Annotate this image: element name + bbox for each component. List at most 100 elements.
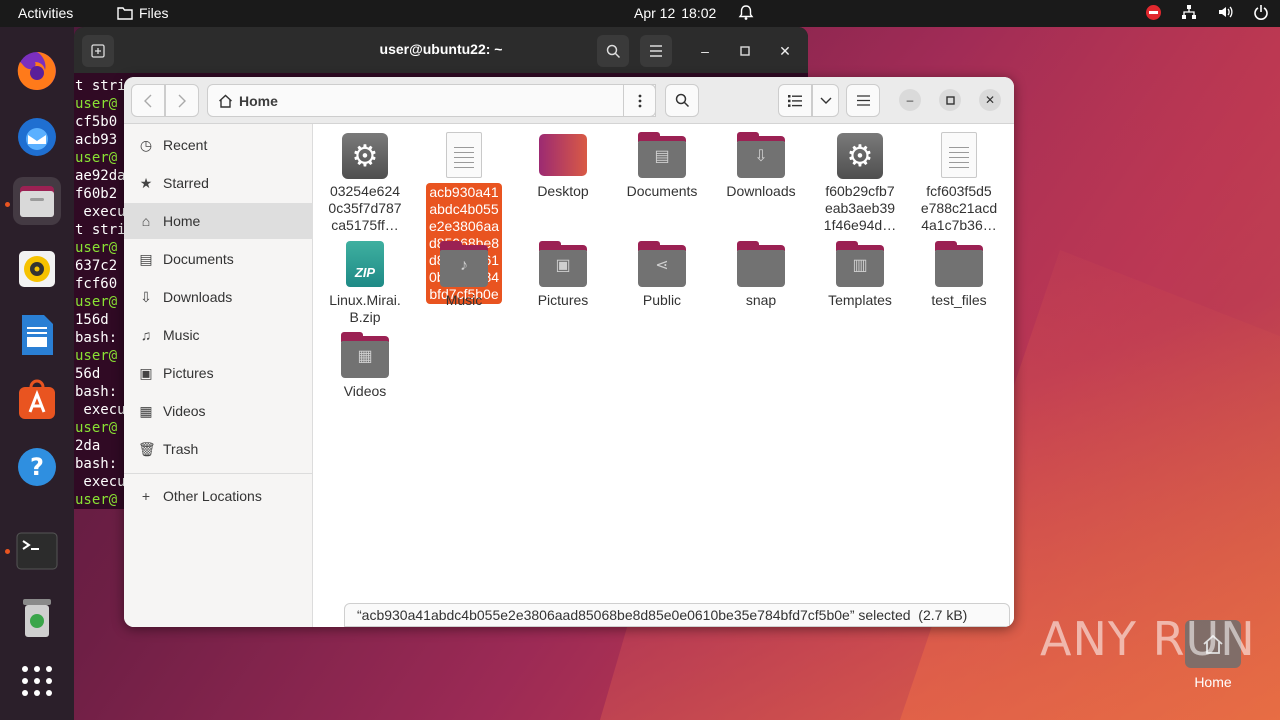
file-item[interactable]: ♪ Music bbox=[418, 241, 510, 309]
watermark-text: ANY RUN bbox=[1040, 612, 1256, 666]
sidebar-item-pictures[interactable]: ▣ Pictures bbox=[124, 355, 313, 391]
clock[interactable]: Apr 12 18:02 bbox=[634, 5, 716, 21]
sidebar-item-music[interactable]: ♫ Music bbox=[124, 317, 313, 353]
file-grid[interactable]: ⚙ 03254e624 0c35f7d787 ca5175ff… acb930a41… bbox=[313, 124, 1014, 627]
download-icon: ⇩ bbox=[140, 288, 152, 305]
sidebar-item-recent[interactable]: ◷ Recent bbox=[124, 127, 313, 163]
running-indicator bbox=[5, 549, 10, 554]
file-item[interactable]: ⋖ Public bbox=[616, 241, 708, 309]
folder-icon bbox=[737, 241, 785, 289]
vertical-dots-icon bbox=[638, 94, 641, 107]
text-file-icon bbox=[935, 132, 983, 180]
search-icon bbox=[675, 93, 689, 108]
file-name: f60b29cfb7 eab3aeb39 1f46e94d… bbox=[823, 183, 897, 233]
terminal-maximize-button[interactable] bbox=[729, 35, 761, 67]
file-name: Desktop bbox=[537, 183, 589, 199]
view-toggle-button[interactable] bbox=[778, 84, 812, 117]
sidebar-item-label: Trash bbox=[163, 441, 199, 457]
file-item[interactable]: test_files bbox=[913, 241, 1005, 309]
file-item[interactable]: ▣ Pictures bbox=[517, 241, 609, 309]
system-tray[interactable] bbox=[1146, 4, 1269, 20]
libreoffice-writer-icon[interactable] bbox=[13, 311, 61, 359]
running-indicator bbox=[5, 202, 10, 207]
path-bar[interactable]: Home bbox=[207, 84, 656, 117]
files-icon[interactable] bbox=[13, 177, 61, 225]
file-item[interactable]: ⇩ Downloads bbox=[715, 132, 807, 200]
folder-icon: ⋖ bbox=[638, 241, 686, 289]
app-center-icon[interactable] bbox=[13, 377, 61, 425]
thunderbird-icon[interactable] bbox=[13, 113, 61, 161]
terminal-header: user@ubuntu22: ~ – ✕ bbox=[74, 27, 808, 73]
forward-button[interactable] bbox=[165, 84, 199, 117]
sidebar-item-downloads[interactable]: ⇩ Downloads bbox=[124, 279, 313, 315]
app-menu[interactable]: Files bbox=[117, 5, 169, 21]
hamburger-icon bbox=[856, 95, 870, 106]
file-name: fcf603f5d5 e788c21acd 4a1c7b36… bbox=[920, 183, 998, 233]
clock-icon: ◷ bbox=[139, 136, 153, 153]
terminal-icon[interactable] bbox=[13, 527, 61, 575]
search-button[interactable] bbox=[665, 84, 699, 117]
executable-icon: ⚙ bbox=[341, 132, 389, 180]
volume-icon bbox=[1219, 6, 1233, 18]
zip-archive-icon: ZIP bbox=[341, 241, 389, 289]
chevron-left-icon bbox=[144, 94, 152, 107]
music-icon: ♫ bbox=[140, 327, 152, 343]
file-item[interactable]: ZIP Linux.Mirai. B.zip bbox=[319, 241, 411, 326]
chevron-right-icon bbox=[178, 94, 186, 107]
rhythmbox-icon[interactable] bbox=[13, 245, 61, 293]
file-name: Public bbox=[642, 292, 682, 308]
path-label: Home bbox=[239, 92, 278, 109]
sidebar-item-videos[interactable]: ▦ Videos bbox=[124, 393, 313, 429]
anyrun-watermark: ANY RUN bbox=[1040, 612, 1256, 666]
minimize-button[interactable]: – bbox=[899, 89, 921, 111]
sidebar-item-trash[interactable]: 🗑 Trash bbox=[124, 431, 313, 467]
sidebar-item-documents[interactable]: ▤ Documents bbox=[124, 241, 313, 277]
help-icon[interactable]: ? bbox=[13, 443, 61, 491]
sidebar-item-label: Starred bbox=[163, 175, 209, 191]
sidebar-item-label: Documents bbox=[163, 251, 234, 267]
sidebar-item-other-locations[interactable]: + Other Locations bbox=[124, 478, 313, 514]
terminal-close-button[interactable]: ✕ bbox=[769, 35, 801, 67]
sidebar-item-label: Home bbox=[163, 213, 201, 229]
trash-icon[interactable] bbox=[13, 593, 61, 641]
close-button[interactable]: ✕ bbox=[979, 89, 1001, 111]
file-item[interactable]: ⚙ f60b29cfb7 eab3aeb39 1f46e94d… bbox=[814, 132, 906, 234]
file-item[interactable]: Desktop bbox=[517, 132, 609, 200]
main-menu-button[interactable] bbox=[846, 84, 880, 117]
activities-button[interactable]: Activities bbox=[18, 5, 73, 21]
bell-icon bbox=[738, 4, 754, 24]
sidebar-divider bbox=[124, 473, 313, 474]
sidebar-item-home[interactable]: ⌂ Home bbox=[124, 203, 313, 239]
terminal-menu-button[interactable] bbox=[640, 35, 672, 67]
path-menu-button[interactable] bbox=[623, 84, 656, 117]
terminal-minimize-button[interactable]: – bbox=[689, 35, 721, 67]
home-icon bbox=[219, 94, 232, 108]
terminal-search-button[interactable] bbox=[597, 35, 629, 67]
minimize-icon: – bbox=[906, 93, 914, 107]
files-window[interactable]: Home – ✕ ◷ Recent ★ Starred ⌂ Home ▤ Documents ⇩… bbox=[124, 77, 1014, 627]
view-options-button[interactable] bbox=[812, 84, 839, 117]
file-item[interactable]: fcf603f5d5 e788c21acd 4a1c7b36… bbox=[913, 132, 1005, 234]
sidebar-item-label: Music bbox=[163, 327, 200, 343]
folder-icon bbox=[935, 241, 983, 289]
maximize-icon bbox=[945, 95, 955, 105]
executable-icon: ⚙ bbox=[836, 132, 884, 180]
maximize-button[interactable] bbox=[939, 89, 961, 111]
firefox-icon[interactable] bbox=[13, 47, 61, 95]
file-name: Videos bbox=[343, 383, 387, 399]
file-item[interactable]: snap bbox=[715, 241, 807, 309]
time-label: 18:02 bbox=[681, 5, 717, 21]
sidebar-item-starred[interactable]: ★ Starred bbox=[124, 165, 313, 201]
file-item[interactable]: ▦ Videos bbox=[319, 332, 411, 400]
folder-icon: ▣ bbox=[539, 241, 587, 289]
sidebar-item-label: Downloads bbox=[163, 289, 233, 305]
file-item[interactable]: ▤ Documents bbox=[616, 132, 708, 200]
file-item[interactable]: ⚙ 03254e624 0c35f7d787 ca5175ff… bbox=[319, 132, 411, 234]
back-button[interactable] bbox=[131, 84, 165, 117]
folder-icon: ♪ bbox=[440, 241, 488, 289]
network-icon bbox=[1182, 5, 1196, 19]
show-apps-icon[interactable] bbox=[13, 657, 61, 705]
header-bar: Home – ✕ bbox=[124, 77, 1014, 124]
file-name: Templates bbox=[828, 292, 892, 308]
file-item[interactable]: ▥ Templates bbox=[814, 241, 906, 309]
